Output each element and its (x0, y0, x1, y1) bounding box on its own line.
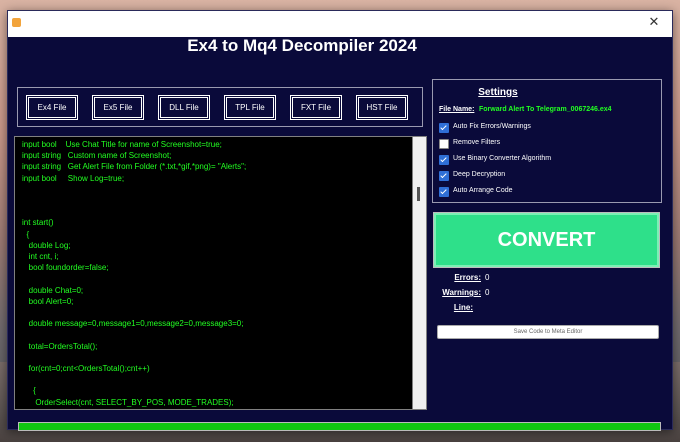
file-name-label: File Name: (439, 106, 475, 113)
code-line: total=OrdersTotal(); (22, 341, 98, 351)
checkbox-binary-converter[interactable] (439, 155, 449, 165)
code-line: bool foundorder=false; (22, 263, 109, 273)
close-icon[interactable]: ✕ (646, 15, 662, 31)
code-line: int start() (22, 218, 54, 228)
save-to-meta-editor-button[interactable]: Save Code to Meta Editor (437, 325, 659, 339)
hst-file-button[interactable]: HST File (356, 95, 408, 120)
code-line: { (22, 229, 30, 239)
code-line: input bool Use Chat Title for name of Sc… (22, 140, 222, 149)
option-label: Remove Filters (453, 139, 501, 146)
option-label: Auto Fix Errors/Warnings (453, 123, 531, 130)
code-scrollbar[interactable] (412, 136, 427, 410)
app-icon (12, 18, 21, 27)
code-line: input string Get Alert File from Folder … (22, 162, 247, 172)
progress-fill (19, 423, 660, 430)
option-label: Use Binary Converter Algorithm (453, 155, 552, 162)
checkbox-auto-arrange[interactable] (439, 187, 449, 197)
convert-button[interactable]: CONVERT (433, 212, 660, 268)
file-name-value: Forward Alert To Telegram_0067246.ex4 (479, 106, 612, 113)
settings-title: Settings (478, 87, 518, 98)
warnings-value: 0 (485, 288, 490, 297)
option-label: Deep Decryption (453, 171, 506, 178)
errors-label: Errors: (454, 273, 481, 282)
code-line: input string Custom name of Screenshot; (22, 151, 172, 161)
title-bar: ✕ (8, 11, 672, 37)
checkbox-deep-decryption[interactable] (439, 171, 449, 181)
scrollbar-thumb[interactable] (417, 187, 420, 201)
code-line: double Log; (22, 240, 71, 250)
dll-file-button[interactable]: DLL File (158, 95, 210, 120)
code-line: bool Alert=0; (22, 296, 74, 306)
code-line: double message=0,message1=0,message2=0,m… (22, 319, 244, 329)
checkbox-auto-fix[interactable] (439, 123, 449, 133)
settings-panel: Settings File Name: Forward Alert To Tel… (432, 79, 662, 203)
tpl-file-button[interactable]: TPL File (224, 95, 276, 120)
code-line: for(cnt=0;cnt<OrdersTotal();cnt++) (22, 364, 150, 373)
code-line: int cnt, i; (22, 252, 59, 261)
code-editor[interactable]: input bool Use Chat Title for name of Sc… (14, 136, 414, 410)
errors-value: 0 (485, 273, 490, 282)
line-label: Line: (453, 303, 473, 312)
ex4-file-button[interactable]: Ex4 File (26, 95, 78, 120)
checkbox-remove-filters[interactable] (439, 139, 449, 149)
app-title: Ex4 to Mq4 Decompiler 2024 (187, 36, 417, 55)
fxt-file-button[interactable]: FXT File (290, 95, 342, 120)
ex5-file-button[interactable]: Ex5 File (92, 95, 144, 120)
file-type-group: Ex4 File Ex5 File DLL File TPL File FXT … (17, 87, 423, 127)
warnings-label: Warnings: (442, 288, 481, 297)
app-window: ✕ Ex4 to Mq4 Decompiler 2024 Ex4 File Ex… (7, 10, 673, 431)
option-label: Auto Arrange Code (453, 187, 513, 194)
code-line: input bool Show Log=true; (22, 173, 125, 183)
code-line: { (22, 386, 36, 396)
code-line: OrderSelect(cnt, SELECT_BY_POS, MODE_TRA… (22, 397, 234, 407)
progress-bar (18, 422, 661, 431)
code-line: double Chat=0; (22, 285, 84, 295)
